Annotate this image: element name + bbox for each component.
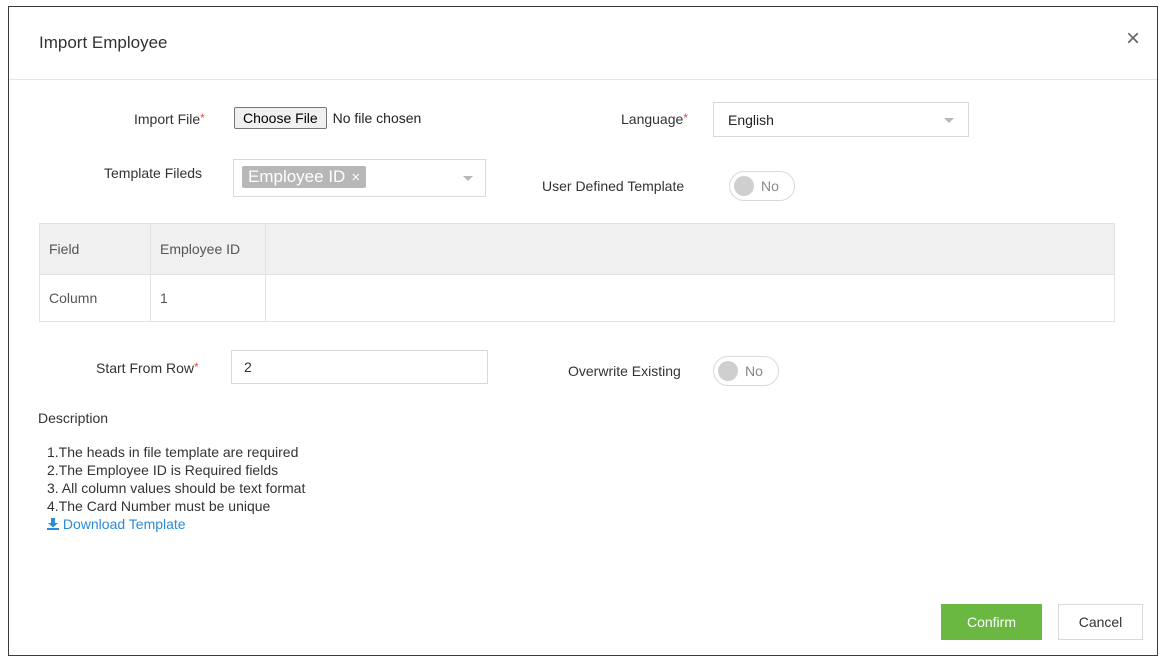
file-status: No file chosen: [332, 110, 422, 126]
table-row: Column 1: [39, 274, 1115, 322]
start-from-row-input[interactable]: 2: [231, 350, 488, 384]
chip-remove-icon[interactable]: ×: [351, 169, 360, 186]
user-defined-template-toggle[interactable]: No: [729, 171, 795, 201]
language-select[interactable]: English: [713, 102, 969, 137]
toggle-knob: [734, 176, 754, 196]
description-list: 1.The heads in file template are require…: [47, 443, 305, 533]
toggle-knob: [718, 361, 738, 381]
import-file-label: Import File*: [134, 111, 205, 127]
field-mapping-table: Field Employee ID Column 1: [39, 223, 1115, 322]
cancel-button[interactable]: Cancel: [1058, 604, 1143, 640]
chevron-down-icon: [463, 176, 473, 181]
description-line: 3. All column values should be text form…: [47, 480, 306, 496]
template-fields-label: Template Fileds: [104, 165, 203, 181]
row-header: Column: [39, 274, 151, 322]
overwrite-existing-label: Overwrite Existing: [568, 363, 681, 379]
template-fields-select[interactable]: Employee ID ×: [233, 159, 486, 197]
download-icon: [47, 518, 59, 530]
dialog-title: Import Employee: [39, 33, 168, 52]
user-defined-template-label: User Defined Template: [542, 178, 685, 194]
description-line: 1.The heads in file template are require…: [47, 444, 299, 460]
import-file-control: Choose File No file chosen: [234, 107, 421, 129]
row-header: Field: [39, 223, 151, 275]
table-cell-empty: [265, 274, 1115, 322]
download-template-link[interactable]: Download Template: [47, 515, 305, 533]
confirm-button[interactable]: Confirm: [941, 604, 1042, 640]
table-cell-empty: [265, 223, 1115, 275]
import-employee-dialog: Import Employee × Import File* Choose Fi…: [8, 6, 1158, 656]
close-icon[interactable]: ×: [1119, 25, 1147, 53]
overwrite-existing-toggle[interactable]: No: [713, 356, 779, 386]
description-line: 4.The Card Number must be unique: [47, 498, 271, 514]
dialog-header: Import Employee ×: [9, 7, 1157, 80]
table-cell: 1: [150, 274, 266, 322]
chevron-down-icon: [944, 118, 954, 123]
choose-file-button[interactable]: Choose File: [234, 107, 327, 129]
table-row: Field Employee ID: [39, 223, 1115, 275]
table-cell: Employee ID: [150, 223, 266, 275]
employee-id-chip: Employee ID ×: [242, 166, 367, 188]
description-line: 2.The Employee ID is Required fields: [47, 462, 279, 478]
language-label: Language*: [621, 111, 688, 127]
language-value: English: [728, 112, 774, 128]
start-from-row-label: Start From Row*: [96, 360, 199, 376]
description-title: Description: [38, 410, 109, 426]
